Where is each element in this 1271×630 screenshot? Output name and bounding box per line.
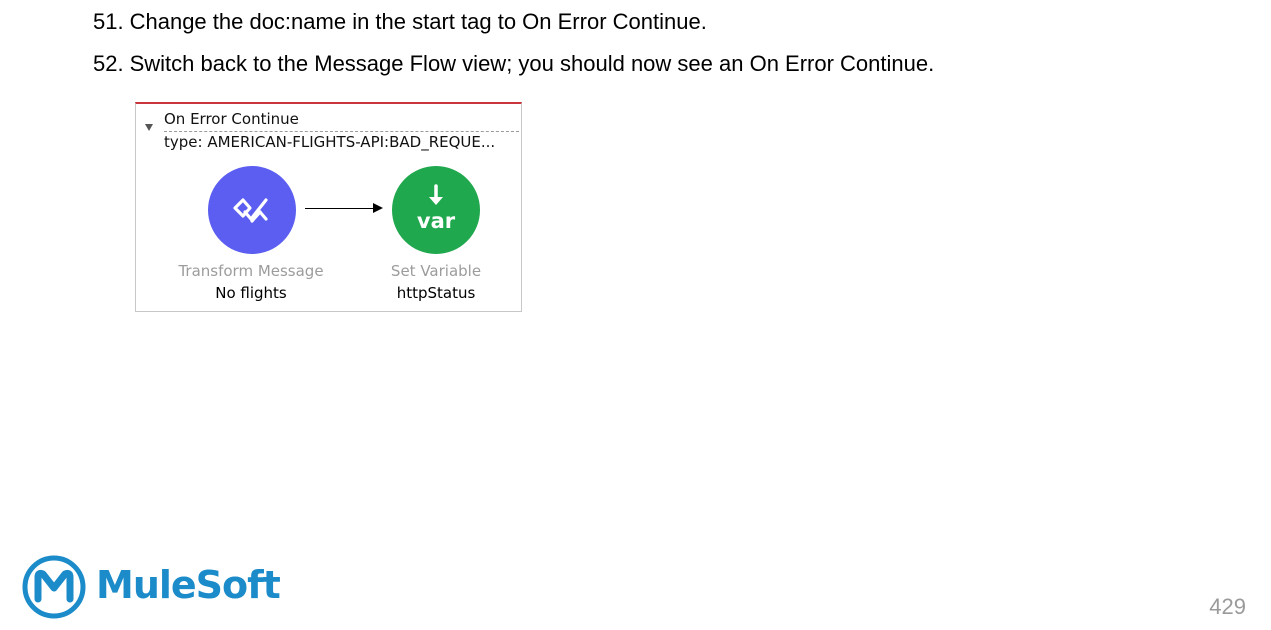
step-text: Switch back to the Message Flow view; yo…: [129, 51, 935, 76]
brand-name: MuleSoft: [96, 563, 281, 607]
panel-header[interactable]: On Error Continue type: AMERICAN-FLIGHTS…: [136, 110, 521, 151]
transform-message-node[interactable]: [208, 166, 296, 254]
flow-arrow-head-icon: [373, 203, 383, 213]
transform-node-name-label: No flights: [215, 284, 287, 302]
step-number: 52.: [93, 51, 124, 76]
transform-node-type-label: Transform Message: [178, 262, 324, 280]
step-text: Change the doc:name in the start tag to …: [129, 9, 707, 34]
transform-message-icon: [233, 198, 268, 223]
mulesoft-m-icon: [22, 555, 86, 619]
setvar-node-name-label: httpStatus: [396, 284, 476, 302]
step-number: 51.: [93, 9, 124, 34]
collapse-triangle-icon[interactable]: [145, 124, 153, 131]
set-variable-icon: var: [417, 184, 456, 233]
instruction-step-52: 52. Switch back to the Message Flow view;…: [93, 51, 934, 77]
panel-title: On Error Continue: [164, 110, 299, 128]
set-variable-glyph: var: [417, 209, 456, 233]
flow-arrow-line: [305, 208, 375, 209]
error-type-field[interactable]: type: AMERICAN-FLIGHTS-API:BAD_REQUE...: [164, 131, 519, 151]
page-number: 429: [1209, 594, 1246, 619]
on-error-continue-panel: On Error Continue type: AMERICAN-FLIGHTS…: [135, 102, 522, 312]
setvar-node-type-label: Set Variable: [390, 262, 482, 280]
instruction-step-51: 51. Change the doc:name in the start tag …: [93, 9, 707, 35]
set-variable-node[interactable]: var: [392, 166, 480, 254]
